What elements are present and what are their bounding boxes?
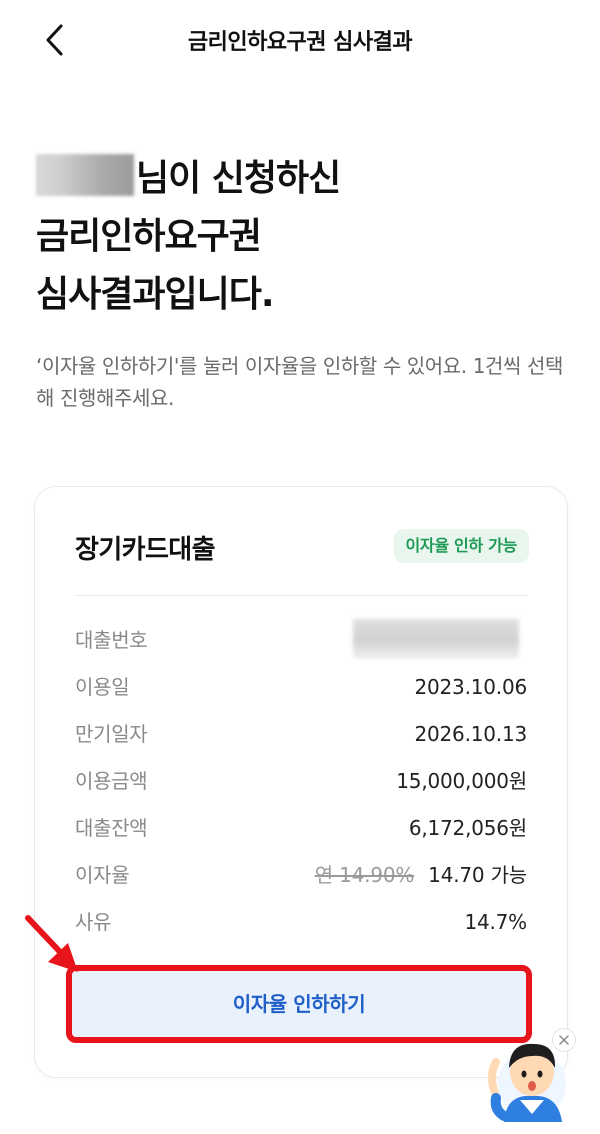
status-badge: 이자율 인하 가능 xyxy=(393,529,529,563)
detail-label: 만기일자 xyxy=(75,722,148,746)
loan-details: 대출번호 이용일 2023.10.06 만기일자 2026.10.13 이용금액… xyxy=(75,617,527,946)
headline-line-3: 심사결과입니다. xyxy=(36,274,275,315)
detail-row-balance: 대출잔액 6,172,056원 xyxy=(75,805,527,852)
arrow-icon xyxy=(25,915,78,972)
detail-value: 2023.10.06 xyxy=(414,675,527,699)
detail-value: 6,172,056원 xyxy=(408,816,527,840)
highlight-box xyxy=(66,965,532,1043)
top-bar: 금리인하요구권 심사결과 xyxy=(0,0,600,84)
headline-line-1: 님이 신청하신 xyxy=(36,150,341,208)
close-icon xyxy=(559,1035,569,1045)
result-headline: 님이 신청하신 금리인하요구권 심사결과입니다. xyxy=(36,150,341,324)
headline-line-2: 금리인하요구권 xyxy=(36,216,262,257)
detail-row-use-date: 이용일 2023.10.06 xyxy=(75,664,527,711)
detail-label: 이용일 xyxy=(75,675,130,699)
divider xyxy=(75,595,527,596)
detail-value: 15,000,000원 xyxy=(396,769,527,793)
detail-row-loan-number: 대출번호 xyxy=(75,617,527,664)
detail-label: 대출번호 xyxy=(75,628,148,652)
interest-rate-value: 연 14.90% 14.70 가능 xyxy=(315,852,527,899)
guide-text: ‘이자율 인하하기'를 눌러 이자율을 인하할 수 있어요. 1건씩 선택해 진… xyxy=(36,354,563,410)
redacted-loan-number xyxy=(353,619,519,659)
detail-row-maturity-date: 만기일자 2026.10.13 xyxy=(75,711,527,758)
detail-label: 대출잔액 xyxy=(75,816,148,840)
detail-value: 2026.10.13 xyxy=(414,722,527,746)
page-title: 금리인하요구권 심사결과 xyxy=(187,30,413,55)
detail-row-use-amount: 이용금액 15,000,000원 xyxy=(75,758,527,805)
old-interest-rate: 연 14.90% xyxy=(314,863,415,887)
detail-row-reason: 사유 14.7% xyxy=(75,899,527,946)
detail-label: 이자율 xyxy=(75,863,130,887)
detail-label: 이용금액 xyxy=(75,769,148,793)
new-interest-rate: 14.70 가능 xyxy=(428,863,527,887)
close-mascot-button[interactable] xyxy=(552,1028,576,1052)
detail-row-interest-rate: 이자율 연 14.90% 14.70 가능 xyxy=(75,852,527,899)
loan-product-title: 장기카드대출 xyxy=(75,535,216,565)
redacted-user-name xyxy=(36,154,134,196)
headline-line-1-text: 님이 신청하신 xyxy=(136,158,341,199)
detail-value: 14.7% xyxy=(464,910,527,934)
